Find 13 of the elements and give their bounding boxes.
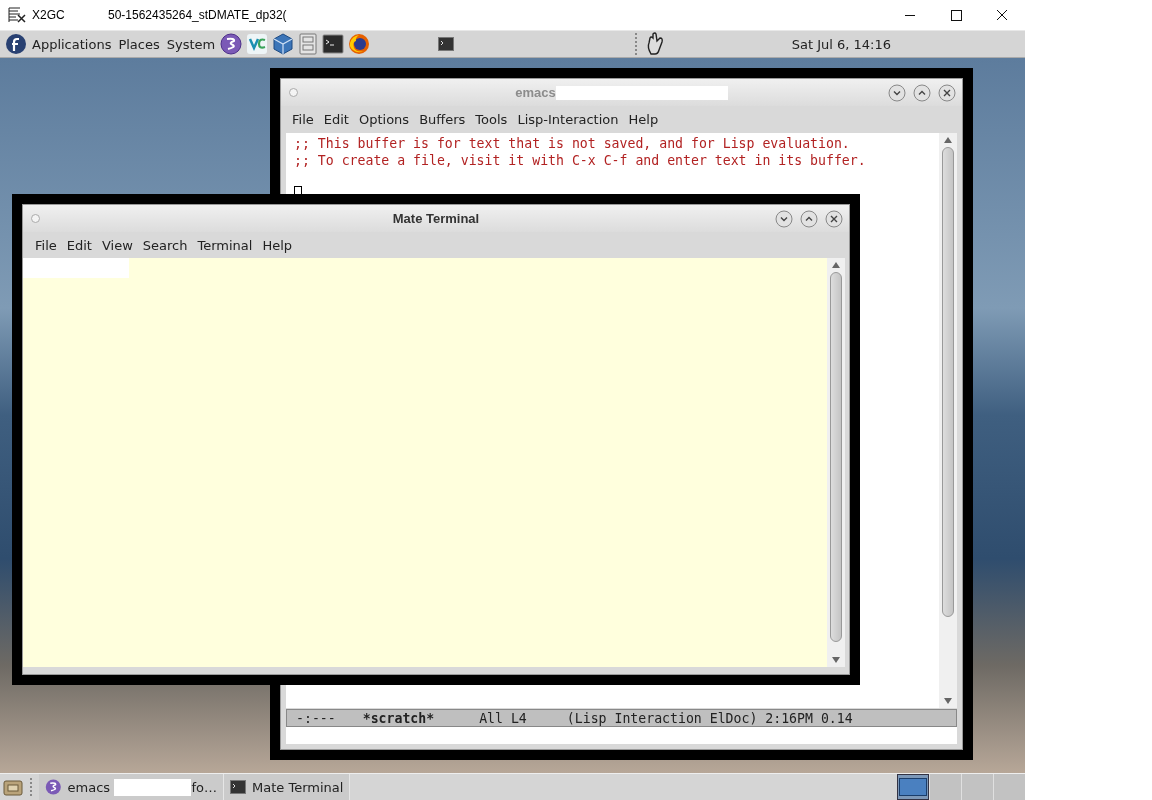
code-comment: ;; This buffer is for text that is not saved, and for Lisp evaluation. (294, 135, 850, 152)
mode-line-text: (Lisp Interaction ElDoc) 2:16PM 0.14 (566, 710, 853, 726)
code-comment: ;; To create a file, visit it with C-x C-f and enter text in its buffer. (294, 152, 866, 169)
task-label: emacs (67, 779, 111, 795)
mode-line-text: All L4 (479, 710, 527, 726)
mode-line-text: -:--- (296, 710, 336, 726)
window-title: X2GC (32, 8, 66, 22)
task-label: fo… (191, 779, 217, 795)
mode-line-text: *scratch* (362, 710, 435, 726)
window-title: Mate Terminal (392, 211, 480, 226)
task-label: Mate Terminal (252, 779, 344, 795)
window-title: emacs (515, 85, 556, 100)
session-name: 50-1562435264_stDMATE_dp32( (108, 8, 287, 22)
